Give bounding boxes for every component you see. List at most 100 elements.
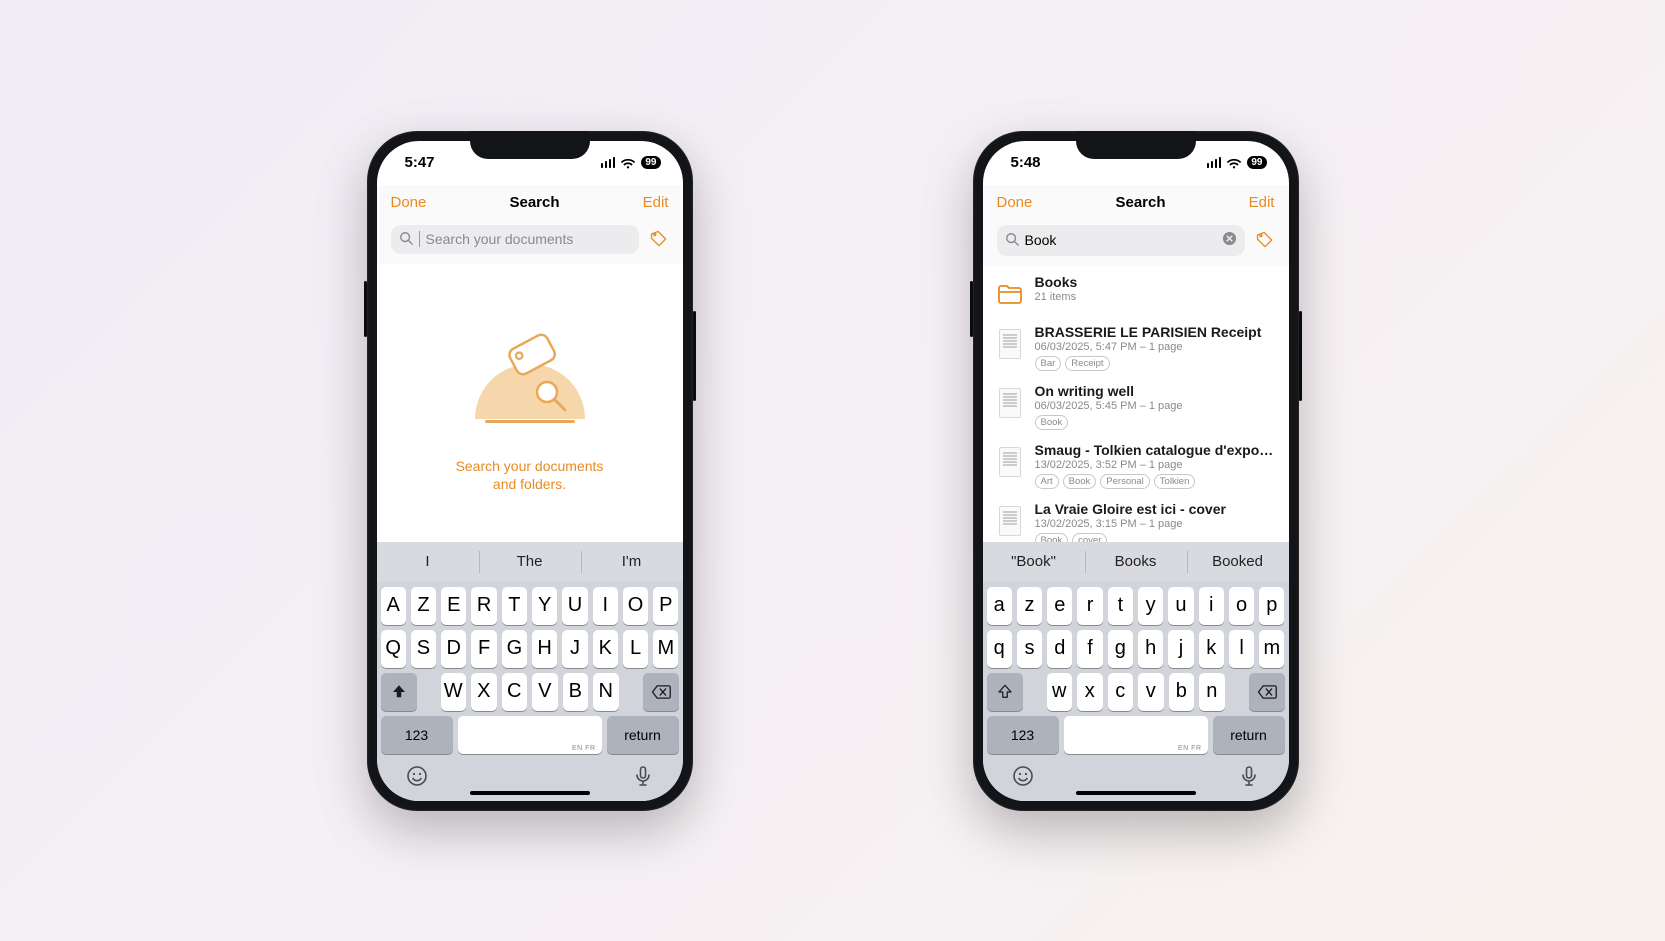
key-s[interactable]: S xyxy=(411,630,436,668)
key-x[interactable]: x xyxy=(1077,673,1103,711)
key-row: 123 EN FR return xyxy=(377,711,683,754)
key-a[interactable]: a xyxy=(987,587,1012,625)
search-input[interactable] xyxy=(1025,232,1216,248)
key-e[interactable]: e xyxy=(1047,587,1072,625)
key-w[interactable]: w xyxy=(1047,673,1073,711)
empty-state: Search your documents and folders. xyxy=(377,264,683,542)
suggestion[interactable]: "Book" xyxy=(983,542,1085,582)
key-g[interactable]: G xyxy=(502,630,527,668)
result-document[interactable]: On writing well06/03/2025, 5:45 PM – 1 p… xyxy=(983,377,1289,436)
empty-label: Search your documents and folders. xyxy=(456,457,604,495)
key-p[interactable]: p xyxy=(1259,587,1284,625)
result-folder[interactable]: Books21 items xyxy=(983,268,1289,318)
suggestion[interactable]: Books xyxy=(1085,542,1187,582)
key-k[interactable]: k xyxy=(1199,630,1224,668)
search-input[interactable] xyxy=(426,231,631,247)
result-title: On writing well xyxy=(1035,383,1277,399)
key-x[interactable]: X xyxy=(471,673,497,711)
key-r[interactable]: r xyxy=(1077,587,1102,625)
key-z[interactable]: Z xyxy=(411,587,436,625)
key-v[interactable]: v xyxy=(1138,673,1164,711)
result-subtitle: 13/02/2025, 3:52 PM – 1 page xyxy=(1035,459,1277,471)
home-indicator[interactable] xyxy=(1076,791,1196,795)
key-v[interactable]: V xyxy=(532,673,558,711)
result-document[interactable]: La Vraie Gloire est ici - cover13/02/202… xyxy=(983,495,1289,542)
tag-filter-button[interactable] xyxy=(649,229,669,249)
key-c[interactable]: c xyxy=(1108,673,1134,711)
key-m[interactable]: M xyxy=(653,630,678,668)
key-e[interactable]: E xyxy=(441,587,466,625)
result-document[interactable]: Smaug - Tolkien catalogue d'expositi…13/… xyxy=(983,436,1289,495)
key-o[interactable]: O xyxy=(623,587,648,625)
space-key[interactable]: EN FR xyxy=(1064,716,1208,754)
key-j[interactable]: J xyxy=(562,630,587,668)
suggestion[interactable]: The xyxy=(479,542,581,582)
done-button[interactable]: Done xyxy=(391,194,427,211)
key-d[interactable]: D xyxy=(441,630,466,668)
key-h[interactable]: H xyxy=(532,630,557,668)
keyboard: "Book" Books Booked azertyuiop qsdfghjkl… xyxy=(983,542,1289,801)
key-u[interactable]: U xyxy=(562,587,587,625)
key-m[interactable]: m xyxy=(1259,630,1284,668)
key-b[interactable]: b xyxy=(1169,673,1195,711)
suggestion[interactable]: I xyxy=(377,542,479,582)
key-j[interactable]: j xyxy=(1168,630,1193,668)
key-t[interactable]: t xyxy=(1108,587,1133,625)
mic-icon[interactable] xyxy=(631,764,655,793)
delete-key[interactable] xyxy=(643,673,679,711)
search-field[interactable] xyxy=(997,225,1245,256)
key-n[interactable]: n xyxy=(1199,673,1225,711)
tag-filter-button[interactable] xyxy=(1255,230,1275,250)
done-button[interactable]: Done xyxy=(997,194,1033,211)
space-key[interactable]: EN FR xyxy=(458,716,602,754)
mic-icon[interactable] xyxy=(1237,764,1261,793)
key-r[interactable]: R xyxy=(471,587,496,625)
key-t[interactable]: T xyxy=(502,587,527,625)
key-z[interactable]: z xyxy=(1017,587,1042,625)
key-p[interactable]: P xyxy=(653,587,678,625)
key-q[interactable]: q xyxy=(987,630,1012,668)
result-document[interactable]: BRASSERIE LE PARISIEN Receipt06/03/2025,… xyxy=(983,318,1289,377)
numeric-key[interactable]: 123 xyxy=(381,716,453,754)
key-f[interactable]: F xyxy=(471,630,496,668)
emoji-icon[interactable] xyxy=(1011,764,1035,793)
key-h[interactable]: h xyxy=(1138,630,1163,668)
return-key[interactable]: return xyxy=(1213,716,1285,754)
key-o[interactable]: o xyxy=(1229,587,1254,625)
return-key[interactable]: return xyxy=(607,716,679,754)
key-q[interactable]: Q xyxy=(381,630,406,668)
key-b[interactable]: B xyxy=(563,673,589,711)
key-i[interactable]: i xyxy=(1199,587,1224,625)
key-w[interactable]: W xyxy=(441,673,467,711)
caret xyxy=(419,231,420,247)
shift-key[interactable] xyxy=(987,673,1023,711)
delete-key[interactable] xyxy=(1249,673,1285,711)
key-n[interactable]: N xyxy=(593,673,619,711)
clear-icon[interactable] xyxy=(1222,231,1237,250)
key-y[interactable]: y xyxy=(1138,587,1163,625)
edit-button[interactable]: Edit xyxy=(643,194,669,211)
numeric-key[interactable]: 123 xyxy=(987,716,1059,754)
key-k[interactable]: K xyxy=(593,630,618,668)
key-l[interactable]: L xyxy=(623,630,648,668)
edit-button[interactable]: Edit xyxy=(1249,194,1275,211)
home-indicator[interactable] xyxy=(470,791,590,795)
key-u[interactable]: u xyxy=(1168,587,1193,625)
key-y[interactable]: Y xyxy=(532,587,557,625)
key-d[interactable]: d xyxy=(1047,630,1072,668)
key-i[interactable]: I xyxy=(593,587,618,625)
suggestion[interactable]: I'm xyxy=(581,542,683,582)
key-g[interactable]: g xyxy=(1108,630,1133,668)
key-a[interactable]: A xyxy=(381,587,406,625)
suggestion[interactable]: Booked xyxy=(1187,542,1289,582)
key-s[interactable]: s xyxy=(1017,630,1042,668)
key-c[interactable]: C xyxy=(502,673,528,711)
search-field[interactable] xyxy=(391,225,639,254)
result-subtitle: 13/02/2025, 3:15 PM – 1 page xyxy=(1035,518,1277,530)
key-l[interactable]: l xyxy=(1229,630,1254,668)
emoji-icon[interactable] xyxy=(405,764,429,793)
result-subtitle: 21 items xyxy=(1035,291,1277,303)
key-f[interactable]: f xyxy=(1077,630,1102,668)
shift-key[interactable] xyxy=(381,673,417,711)
content-area[interactable]: Books21 itemsBRASSERIE LE PARISIEN Recei… xyxy=(983,266,1289,542)
